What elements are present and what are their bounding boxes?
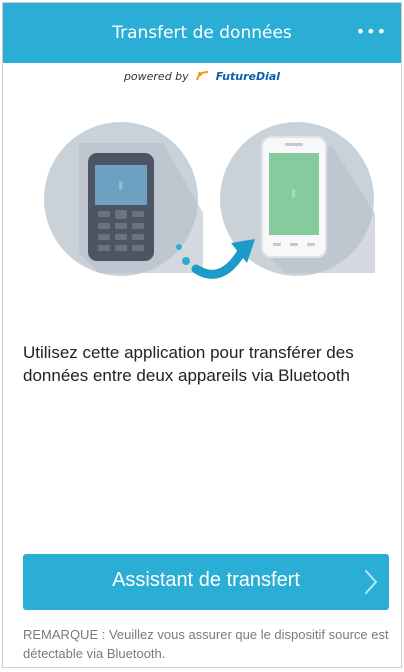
feature-phone-icon: ᛒ	[44, 122, 203, 276]
futuredial-logo-icon	[196, 71, 209, 81]
app-bar: Transfert de données •••	[3, 3, 401, 63]
svg-text:ᛒ: ᛒ	[118, 181, 124, 192]
more-dots-icon[interactable]: •••	[356, 22, 387, 41]
brand-name: FutureDial	[215, 70, 281, 83]
page-title: Transfert de données	[112, 23, 292, 43]
chevron-right-icon	[365, 570, 377, 594]
powered-by-label: powered by	[123, 70, 189, 83]
app-screen: Transfert de données ••• powered by Futu…	[2, 2, 402, 668]
assistant-button-label: Assistant de transfert	[112, 569, 300, 591]
transfer-illustration: ᛒ ᛒ	[44, 122, 375, 279]
description-text: Utilisez cette application pour transfér…	[23, 343, 354, 385]
assistant-button[interactable]: Assistant de transfert	[23, 554, 389, 610]
powered-by-banner: powered by FutureDial	[3, 70, 401, 83]
svg-text:ᛒ: ᛒ	[291, 189, 297, 200]
note-text: REMARQUE : Veuillez vous assurer que le …	[23, 627, 389, 661]
